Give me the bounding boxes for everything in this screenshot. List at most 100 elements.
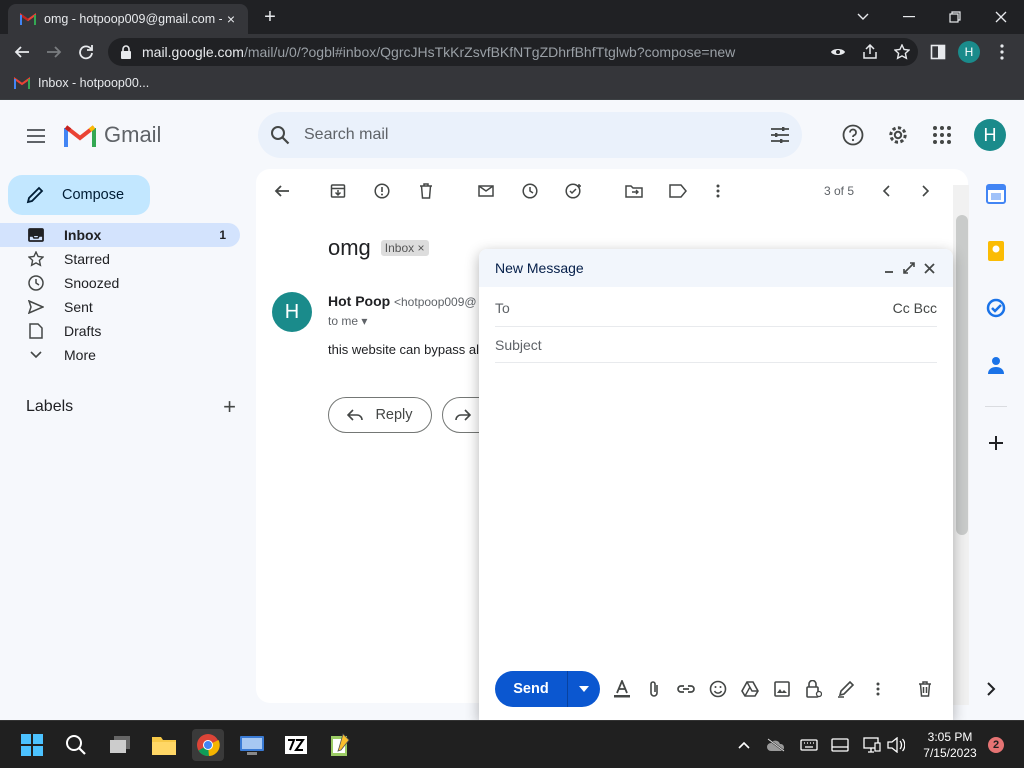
new-tab-button[interactable]: + bbox=[258, 6, 282, 28]
7zip-icon[interactable] bbox=[280, 729, 312, 761]
google-drive-icon[interactable] bbox=[734, 673, 766, 705]
compose-header[interactable]: New Message bbox=[479, 249, 953, 287]
subject-input[interactable] bbox=[495, 336, 937, 353]
archive-icon[interactable] bbox=[327, 180, 349, 202]
insert-signature-icon[interactable] bbox=[830, 673, 862, 705]
sender-avatar[interactable]: H bbox=[272, 292, 312, 332]
file-explorer-icon[interactable] bbox=[148, 729, 180, 761]
more-options-icon[interactable] bbox=[707, 180, 729, 202]
chevron-down-icon bbox=[28, 347, 44, 363]
settings-gear-icon[interactable] bbox=[885, 122, 911, 148]
cc-bcc-links[interactable]: Cc Bcc bbox=[893, 300, 937, 316]
account-avatar[interactable]: H bbox=[974, 119, 1006, 151]
discard-draft-icon[interactable] bbox=[909, 673, 941, 705]
add-task-icon[interactable] bbox=[563, 180, 585, 202]
gmail-logo[interactable]: Gmail bbox=[64, 122, 161, 148]
main-menu-icon[interactable] bbox=[22, 122, 50, 150]
tray-chevron-up-icon[interactable] bbox=[734, 735, 754, 755]
schedule-send-dropdown-icon[interactable] bbox=[567, 671, 600, 707]
message-body-editor[interactable] bbox=[495, 367, 937, 657]
formatting-options-icon[interactable] bbox=[606, 673, 638, 705]
keep-notes-icon[interactable] bbox=[980, 235, 1012, 267]
search-options-icon[interactable] bbox=[770, 126, 790, 144]
network-monitor-icon[interactable] bbox=[862, 735, 882, 755]
browser-tab[interactable]: omg - hotpoop009@gmail.com - × bbox=[8, 4, 248, 34]
label-chip-inbox[interactable]: Inbox × bbox=[380, 240, 429, 256]
tab-close-icon[interactable]: × bbox=[222, 11, 240, 27]
sidebar-item-label: Starred bbox=[64, 251, 110, 267]
send-button[interactable]: Send bbox=[495, 671, 567, 707]
calendar-icon[interactable] bbox=[980, 178, 1012, 210]
report-spam-icon[interactable] bbox=[371, 180, 393, 202]
add-app-icon[interactable] bbox=[980, 427, 1012, 459]
star-bookmark-icon[interactable] bbox=[886, 38, 918, 66]
display-icon[interactable] bbox=[830, 735, 850, 755]
newer-chevron-left-icon[interactable] bbox=[875, 180, 897, 202]
back-icon[interactable] bbox=[8, 38, 36, 66]
delete-trash-icon[interactable] bbox=[415, 180, 437, 202]
sidebar-item-sent[interactable]: Sent bbox=[0, 295, 240, 319]
restore-icon[interactable] bbox=[932, 2, 978, 32]
chrome-browser-icon[interactable] bbox=[192, 729, 224, 761]
taskbar-search-icon[interactable] bbox=[60, 729, 92, 761]
recipient-details-toggle[interactable]: to me ▾ bbox=[328, 314, 367, 328]
fullscreen-compose-icon[interactable] bbox=[899, 258, 919, 278]
notification-badge[interactable]: 2 bbox=[988, 737, 1004, 753]
confidential-mode-icon[interactable] bbox=[798, 673, 830, 705]
lock-icon[interactable] bbox=[120, 45, 132, 59]
more-compose-options-icon[interactable] bbox=[862, 673, 894, 705]
close-compose-icon[interactable] bbox=[919, 258, 939, 278]
profile-avatar[interactable]: H bbox=[958, 41, 980, 63]
volume-speaker-icon[interactable] bbox=[886, 735, 906, 755]
search-bar[interactable]: Search mail bbox=[258, 112, 802, 158]
sidebar-item-snoozed[interactable]: Snoozed bbox=[0, 271, 240, 295]
mark-unread-icon[interactable] bbox=[475, 180, 497, 202]
keyboard-icon[interactable] bbox=[799, 735, 819, 755]
sidebar-item-starred[interactable]: Starred bbox=[0, 247, 240, 271]
notepad-plus-icon[interactable] bbox=[324, 729, 356, 761]
address-bar[interactable]: mail.google.com/mail/u/0/?ogbl#inbox/Qgr… bbox=[108, 38, 918, 66]
onedrive-cloud-icon[interactable] bbox=[766, 735, 786, 755]
system-clock[interactable]: 3:05 PM 7/15/2023 bbox=[918, 729, 982, 761]
sidebar-item-more[interactable]: More bbox=[0, 343, 240, 367]
sidebar-item-inbox[interactable]: Inbox 1 bbox=[0, 223, 240, 247]
task-view-icon[interactable] bbox=[104, 729, 136, 761]
reply-button[interactable]: Reply bbox=[328, 397, 432, 433]
expand-panel-chevron-icon[interactable] bbox=[986, 682, 996, 696]
older-chevron-right-icon[interactable] bbox=[915, 180, 937, 202]
side-panel-icon[interactable] bbox=[924, 38, 952, 66]
compose-button[interactable]: Compose bbox=[8, 175, 150, 215]
search-icon[interactable] bbox=[270, 125, 290, 145]
kebab-menu-icon[interactable] bbox=[988, 38, 1016, 66]
snooze-clock-icon[interactable] bbox=[519, 180, 541, 202]
back-arrow-icon[interactable] bbox=[271, 180, 293, 202]
sidebar-item-drafts[interactable]: Drafts bbox=[0, 319, 240, 343]
tasks-icon[interactable] bbox=[980, 292, 1012, 324]
window-close-icon[interactable] bbox=[978, 2, 1024, 32]
add-label-icon[interactable]: + bbox=[223, 394, 236, 420]
label-tag-icon[interactable] bbox=[667, 180, 689, 202]
gmail-favicon-icon bbox=[14, 77, 30, 89]
attach-file-icon[interactable] bbox=[638, 673, 670, 705]
insert-link-icon[interactable] bbox=[670, 673, 702, 705]
to-input[interactable] bbox=[519, 299, 887, 316]
move-to-folder-icon[interactable] bbox=[623, 180, 645, 202]
contacts-icon[interactable] bbox=[980, 349, 1012, 381]
insert-emoji-icon[interactable] bbox=[702, 673, 734, 705]
bookmark-inbox[interactable]: Inbox - hotpoop00... bbox=[14, 76, 149, 90]
minimize-compose-icon[interactable] bbox=[879, 258, 899, 278]
forward-icon[interactable] bbox=[40, 38, 68, 66]
search-input[interactable]: Search mail bbox=[304, 126, 770, 144]
eye-slash-icon[interactable] bbox=[822, 38, 854, 66]
scrollbar-thumb[interactable] bbox=[956, 215, 968, 535]
help-icon[interactable] bbox=[840, 122, 866, 148]
insert-photo-icon[interactable] bbox=[766, 673, 798, 705]
remote-desktop-icon[interactable] bbox=[236, 729, 268, 761]
reload-icon[interactable] bbox=[72, 38, 100, 66]
apps-grid-icon[interactable] bbox=[929, 122, 955, 148]
tab-search-icon[interactable] bbox=[840, 2, 886, 32]
share-icon[interactable] bbox=[854, 38, 886, 66]
start-windows-icon[interactable] bbox=[16, 729, 48, 761]
minimize-icon[interactable] bbox=[886, 2, 932, 32]
send-icon bbox=[28, 299, 44, 315]
